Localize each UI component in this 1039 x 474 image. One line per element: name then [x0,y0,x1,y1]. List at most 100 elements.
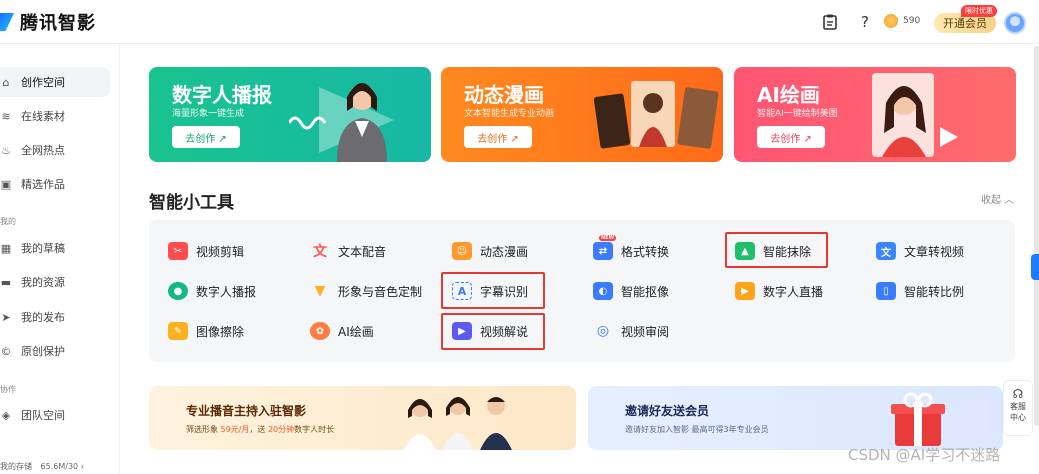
grid-icon: ▦ [0,241,12,255]
sidebar-item-team-space[interactable]: ◈ 团队空间 [0,400,110,430]
sidebar-item-label: 创作空间 [21,76,65,89]
shield-icon: © [0,344,12,358]
tool-label: AI绘画 [338,324,374,339]
service-label-line1: 客服 [1010,402,1026,411]
format-convert-icon: ⇄ NEW [593,235,617,260]
vip-promo-badge: 限时优惠 [961,5,997,17]
banner-title: AI绘画 [757,83,820,107]
tool-video-edit[interactable]: ✂ 视频剪辑 [168,237,244,265]
tool-label: 字幕识别 [480,284,529,299]
image-erase-icon: ✎ [168,322,188,340]
tools-section-title: 智能小工具 [149,193,234,213]
sidebar-section-collab: 协作 [0,385,16,394]
promo-price: 59元/月 [220,425,250,434]
create-button[interactable]: 去创作 ↗ [757,126,825,148]
sidebar-item-hot-topics[interactable]: ♨ 全网热点 [0,135,110,165]
tool-label: 图像擦除 [196,324,245,339]
collapse-button[interactable]: 收起 ︿ [981,191,1014,206]
sidebar-item-resources[interactable]: ▬ 我的资源 [0,267,110,297]
tool-label: 智能转比例 [904,284,965,299]
tool-digital-human-live[interactable]: ▶ 数字人直播 [735,277,823,305]
video-review-icon: ◎ [596,323,610,339]
avatar[interactable] [1004,12,1026,34]
tool-ai-painting[interactable]: ✿ AI绘画 [310,317,374,345]
hosts-illustration [404,397,512,450]
sidebar-item-publish[interactable]: ➤ 我的发布 [0,302,110,332]
storage-value: 65.6M/30 [40,462,79,471]
create-button[interactable]: 去创作 ↗ [464,126,532,148]
sidebar-item-original-protection[interactable]: © 原创保护 [0,336,110,366]
storage-label: 我的存储 [0,462,32,471]
tool-smart-ratio[interactable]: ▯ 智能转比例 [876,277,964,305]
promo-subtitle-part: 数字人时长 [294,425,335,434]
avatar-voice-icon: ▼ [314,283,326,299]
promo-invite-friends[interactable]: 邀请好友送会员 邀请好友加入智影 最高可得3年专业会员 [588,386,1003,450]
banner-digital-human[interactable]: 数字人播报 海量形象一键生成 去创作 ↗ [149,67,431,162]
sidebar-section-mine: 我的 [0,217,16,226]
sidebar-item-label: 在线素材 [21,110,65,123]
tool-label: 文本配音 [338,244,387,259]
sidebar-item-label: 我的草稿 [21,242,65,255]
live-icon: ▶ [735,282,755,300]
app-name: 腾讯智影 [20,13,96,34]
banner-ai-painting[interactable]: AI绘画 智能AI一键绘制美图 去创作 ↗ [734,67,1016,162]
tool-image-erase[interactable]: ✎ 图像擦除 [168,317,244,345]
tool-label: 视频审阅 [621,324,670,339]
promo-broadcast-host[interactable]: 专业播音主持入驻智影 筛选形象 59元/月，送 20分钟数字人时长 [149,386,576,450]
help-icon[interactable]: ? [855,12,875,32]
banner-subtitle: 智能AI一键绘制美图 [757,109,838,119]
send-icon: ➤ [1,310,11,324]
tool-dynamic-comic[interactable]: ☺ 动态漫画 [452,237,528,265]
tool-article-to-video[interactable]: 文 文章转视频 [876,237,964,265]
tool-label: 数字人播报 [196,284,257,299]
banner-subtitle: 海量形象一键生成 [172,109,245,119]
tool-label: 动态漫画 [480,244,529,259]
promo-subtitle: 筛选形象 59元/月，送 20分钟数字人时长 [186,424,334,435]
tool-video-review[interactable]: ◎ 视频审阅 [593,317,669,345]
banner-title: 数字人播报 [172,83,272,107]
article-video-icon: 文 [876,242,896,260]
tool-label: 视频解说 [480,324,529,339]
coin-balance[interactable]: 590 [884,14,920,28]
promo-subtitle-part: 筛选形象 [186,425,218,434]
tool-label: 数字人直播 [763,284,824,299]
home-icon: ⌂ [2,75,10,89]
promo-subtitle-part: ，送 [249,425,266,434]
app-logo[interactable]: 腾讯智影 [0,9,96,35]
sidebar-item-creation-space[interactable]: ⌂ 创作空间 [0,67,110,97]
tool-label: 智能抹除 [763,244,812,259]
side-feedback-tab[interactable] [1031,254,1039,280]
page-scrollbar[interactable] [1034,46,1039,426]
tool-smart-erase[interactable]: ▲ 智能抹除 [735,237,811,265]
storage-info[interactable]: 我的存储 65.6M/30 › [0,461,84,472]
promo-title: 专业播音主持入驻智影 [186,404,307,418]
create-button[interactable]: 去创作 ↗ [172,126,240,148]
ai-paint-icon: ✿ [310,322,330,340]
tool-video-explain[interactable]: ▶ 视频解说 [452,317,528,345]
customer-service-button[interactable]: ☊ 客服 中心 [1003,380,1033,436]
clipboard-icon[interactable] [820,12,840,32]
tool-digital-human[interactable]: ● 数字人播报 [168,277,256,305]
tool-smart-matting[interactable]: ◐ 智能抠像 [593,277,669,305]
coin-icon [884,14,898,28]
video-icon: ▣ [0,177,12,191]
sidebar-item-online-assets[interactable]: ≋ 在线素材 [0,101,110,131]
matting-icon: ◐ [593,282,613,300]
tool-subtitle-recognition[interactable]: A 字幕识别 [452,277,528,305]
tool-format-convert[interactable]: ⇄ NEW 格式转换 [593,235,670,265]
video-explain-icon: ▶ [452,322,472,340]
tool-avatar-voice-custom[interactable]: ▼ 形象与音色定制 [310,277,422,305]
gift-box-icon [891,392,945,446]
sidebar-item-drafts[interactable]: ▦ 我的草稿 [0,233,110,263]
top-bar: 腾讯智影 ? 590 开通会员 限时优惠 [0,0,1039,44]
sidebar-item-label: 精选作品 [21,178,65,191]
sidebar-item-featured[interactable]: ▣ 精选作品 [0,169,110,199]
tool-label: 形象与音色定制 [338,284,423,299]
digital-human-icon: ● [168,282,188,300]
flame-icon: ♨ [1,143,11,157]
tool-text-voice[interactable]: 文 文本配音 [310,237,386,265]
smart-erase-icon: ▲ [735,242,755,260]
tool-label: 格式转换 [621,244,670,259]
layers-icon: ≋ [1,109,11,123]
banner-dynamic-comic[interactable]: 动态漫画 文本智能生成专业动画 去创作 ↗ [441,67,723,162]
